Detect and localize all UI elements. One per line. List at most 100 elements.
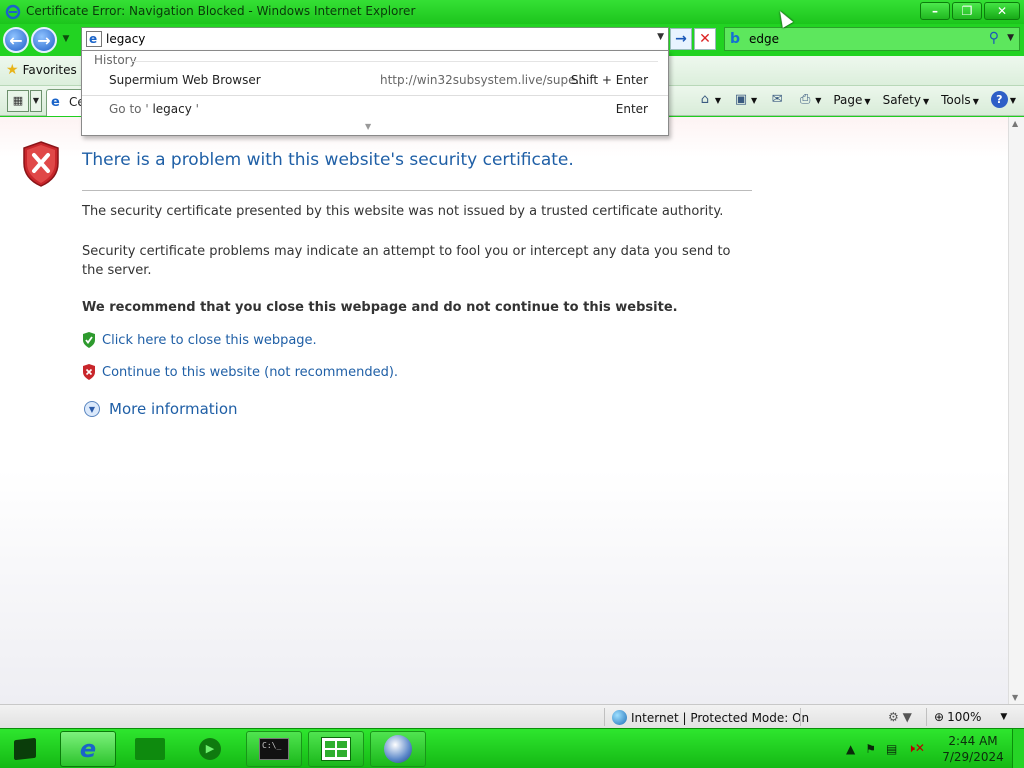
window-controls: – ❐ ✕ (920, 2, 1020, 20)
show-desktop-button[interactable] (1012, 729, 1024, 768)
red-shield-icon (83, 364, 95, 380)
page-menu[interactable]: Page ▼ (833, 93, 870, 107)
zoom-control[interactable]: ⊕ 100% ▼ (934, 710, 1007, 724)
star-icon: ★ (6, 62, 19, 78)
expand-chevron-icon: ▼ (84, 401, 100, 417)
taskbar-internet-explorer[interactable]: e (60, 731, 116, 767)
command-buttons: ⌂ ▼ ▣ ▼ ✉ ⎙ ▼ Page ▼ Safety ▼ Tools ▼ ? ▼ (697, 91, 1016, 108)
status-divider (800, 708, 801, 726)
continue-website-label: Continue to this website (not recommende… (102, 364, 399, 380)
page-title: There is a problem with this website's s… (82, 150, 574, 170)
more-information-label: More information (109, 400, 238, 418)
status-bar: Internet | Protected Mode: On ⚙ ▼ ⊕ 100%… (0, 704, 1024, 728)
title-bar: Certificate Error: Navigation Blocked - … (0, 0, 1024, 24)
system-clock[interactable]: 2:44 AM 7/29/2024 (942, 733, 1004, 765)
recent-pages-dropdown[interactable]: ▼ (60, 34, 72, 46)
feeds-button[interactable]: ▣ ▼ (733, 92, 757, 108)
certificate-explanation: The security certificate presented by th… (82, 204, 724, 219)
certificate-warning: Security certificate problems may indica… (82, 244, 731, 278)
zoom-level: 100% (947, 710, 982, 724)
search-options-dropdown-icon[interactable]: ▼ (1007, 33, 1014, 43)
close-webpage-label: Click here to close this webpage. (102, 332, 317, 348)
favorites-button[interactable]: ★ Favorites (6, 62, 77, 78)
command-prompt-icon: C:\_ (259, 738, 289, 760)
media-player-icon: ▶ (199, 738, 221, 760)
show-hidden-icons-icon[interactable]: ▲ (846, 742, 855, 756)
goto-suggestion-item[interactable]: Go to ' legacy ' Enter (82, 100, 668, 120)
address-input[interactable] (106, 30, 646, 48)
taskbar-command-prompt[interactable]: C:\_ (246, 731, 302, 767)
goto-shortcut: Enter (615, 102, 648, 116)
taskbar-app[interactable] (370, 731, 426, 767)
start-button[interactable] (6, 733, 44, 765)
taskbar-file-explorer[interactable] (122, 731, 178, 767)
clock-date: 7/29/2024 (942, 750, 1004, 764)
folder-icon (135, 738, 165, 760)
taskbar: e ▶ C:\_ ▲ ⚑ ▤ 🕨✕ 2:44 AM 7/29/2024 (0, 728, 1024, 768)
search-box[interactable]: b ⚲ ▼ (724, 27, 1020, 51)
privacy-icon[interactable]: ⚙ ▼ (888, 710, 912, 724)
bing-icon: b (730, 31, 741, 47)
mail-icon[interactable]: ✉ (769, 92, 785, 108)
suggestion-divider (82, 95, 668, 96)
taskbar-network-center[interactable] (308, 731, 364, 767)
system-tray: ▲ ⚑ ▤ 🕨✕ (846, 741, 925, 756)
printer-icon: ⎙ (800, 91, 811, 107)
back-button[interactable]: ← (3, 27, 29, 53)
history-suggestion-item[interactable]: Supermium Web Browser http://win32subsys… (82, 71, 668, 91)
security-zone[interactable]: Internet | Protected Mode: On (612, 710, 809, 725)
volume-muted-icon[interactable]: 🕨✕ (907, 741, 925, 756)
close-window-button[interactable]: ✕ (984, 2, 1020, 20)
ie-tab-icon: e (51, 95, 60, 110)
go-button[interactable]: → (670, 28, 692, 50)
recommendation-text: We recommend that you close this webpage… (82, 300, 678, 315)
home-icon: ⌂ (700, 91, 710, 107)
vertical-scrollbar[interactable]: ▲ ▼ (1008, 117, 1024, 704)
help-button[interactable]: ? ▼ (990, 91, 1016, 108)
home-button[interactable]: ⌂ ▼ (697, 92, 721, 108)
search-icon[interactable]: ⚲ (989, 30, 999, 46)
minimize-button[interactable]: – (920, 2, 950, 20)
tab-list-dropdown[interactable]: ▼ (30, 90, 42, 112)
page-icon: e (86, 31, 102, 47)
taskbar-media-player[interactable]: ▶ (182, 731, 238, 767)
restore-button[interactable]: ❐ (952, 2, 982, 20)
address-bar[interactable]: e ▼ (81, 27, 669, 51)
ie-logo-icon (5, 4, 21, 20)
safety-menu-label: Safety (882, 92, 921, 107)
print-button[interactable]: ⎙ ▼ (797, 92, 821, 108)
suggestion-name: Supermium Web Browser (109, 73, 261, 87)
suggestion-shortcut: Shift + Enter (570, 73, 648, 87)
search-input[interactable] (749, 31, 979, 47)
quick-tabs-button[interactable]: ▦ (7, 90, 29, 112)
continue-website-link[interactable]: Continue to this website (not recommende… (82, 364, 398, 380)
address-dropdown-icon[interactable]: ▼ (657, 32, 664, 42)
close-webpage-link[interactable]: Click here to close this webpage. (82, 332, 317, 348)
status-divider (604, 708, 605, 726)
expand-suggestions-icon[interactable]: ▼ (365, 122, 371, 131)
history-header: History (94, 53, 137, 67)
tools-menu-label: Tools (941, 92, 971, 107)
scroll-down-icon[interactable]: ▼ (1012, 693, 1018, 702)
network-tray-icon[interactable]: ▤ (886, 742, 897, 756)
green-shield-icon (83, 332, 95, 348)
windows-logo-icon (14, 737, 36, 761)
security-zone-label: Internet | Protected Mode: On (631, 710, 810, 725)
title-divider (82, 190, 752, 191)
action-center-flag-icon[interactable]: ⚑ (865, 742, 876, 756)
sphere-app-icon (384, 735, 412, 763)
goto-label: Go to ' legacy ' (109, 102, 199, 116)
history-header-divider (132, 61, 658, 62)
scroll-up-icon[interactable]: ▲ (1012, 119, 1018, 128)
ie-icon: e (79, 735, 97, 763)
stop-button[interactable]: ✕ (694, 28, 716, 50)
safety-menu[interactable]: Safety ▼ (883, 93, 930, 107)
help-icon: ? (990, 91, 1008, 108)
page-menu-label: Page (833, 92, 863, 107)
forward-button[interactable]: → (31, 27, 57, 53)
tools-menu[interactable]: Tools ▼ (941, 93, 979, 107)
more-information-toggle[interactable]: ▼ More information (84, 400, 238, 418)
clock-time: 2:44 AM (948, 734, 998, 748)
favorites-label: Favorites (22, 63, 77, 77)
zoom-dropdown-icon[interactable]: ▼ (1000, 712, 1007, 722)
